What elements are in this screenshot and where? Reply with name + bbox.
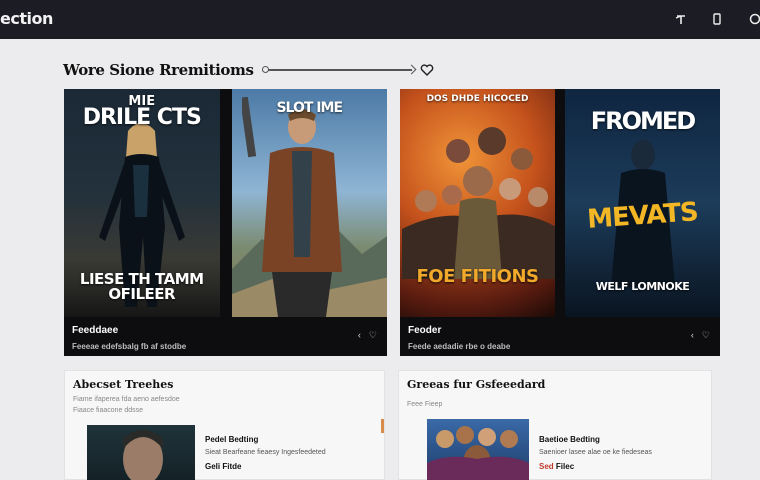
slider-track <box>261 69 412 71</box>
section-title: Wore Sione Rremitioms <box>63 61 254 79</box>
prev-icon[interactable]: ‹ <box>691 330 694 341</box>
card-1-subtitle: Fiame ifaperea fda aeno aefesdoe <box>73 396 180 403</box>
poster-4-title: FROMED <box>590 107 696 135</box>
card-2-cast-art <box>427 426 529 480</box>
card-1-price-value: Fitde <box>222 462 242 471</box>
card-1-portrait <box>123 430 163 480</box>
card-1-thumbnail[interactable] <box>87 425 195 480</box>
slider-knob[interactable] <box>261 66 269 73</box>
poster-4-mid-title: MEVATS <box>586 197 699 235</box>
poster-cast-group <box>402 127 555 279</box>
card-1-subtitle-2: Fiaace fiaacone ddsse <box>73 407 144 414</box>
prev-icon[interactable]: ‹ <box>358 330 361 341</box>
card-2-subtitle: Feee Fieep <box>407 401 443 408</box>
card-2-thumbnail[interactable] <box>427 419 529 480</box>
poster-4[interactable]: FROMED MEVATS WELF LOMNOKE <box>565 89 720 317</box>
featured-2-desc: Feede aedadie rbe o deabe <box>408 342 511 351</box>
poster-1[interactable]: MIE DRILE CTS LIESE TH TAMM OFILEER <box>64 89 220 317</box>
app-brand[interactable]: ection <box>0 9 53 28</box>
card-1-title: Abecset Treehes <box>73 378 174 391</box>
carousel-slider[interactable] <box>261 64 416 75</box>
poster-1-title: DRILE CTS <box>82 105 202 130</box>
card-1-price-prefix: Geli <box>205 462 221 471</box>
section-header: Wore Sione Rremitioms <box>63 61 434 79</box>
poster-3-tagline: FOE FITIONS <box>416 266 539 288</box>
poster-2[interactable]: SLOT IME <box>231 89 387 317</box>
search-icon[interactable] <box>746 12 760 26</box>
featured-pair-1[interactable]: MIE DRILE CTS LIESE TH TAMM OFILEER SLOT… <box>64 89 387 356</box>
favorite-icon[interactable]: ♡ <box>369 330 377 341</box>
card-1-item-price: Geli Fitde <box>205 462 241 471</box>
poster-4-tagline: WELF LOMNOKE <box>595 280 690 294</box>
content-card-1[interactable]: Abecset Treehes Fiame ifaperea fda aeno … <box>64 370 385 480</box>
featured-1-desc: Feeeae edefsbalg fb af stodbe <box>72 342 187 351</box>
poster-2-title: SLOT IME <box>276 100 343 116</box>
heart-icon[interactable] <box>420 63 434 77</box>
featured-1-name: Feeddaee <box>72 325 119 336</box>
poster-3-title: DOS DHDE HICOCED <box>426 94 529 104</box>
card-2-price-prefix: Sed <box>539 462 554 471</box>
slider-end-arrow <box>406 64 416 75</box>
card-1-item-name[interactable]: Pedel Bedting <box>205 435 258 444</box>
content-card-2[interactable]: Greeas fur Gsfeeedard Feee Fieep Baetioe… <box>398 370 712 480</box>
poster-1-tagline: LIESE TH TAMM OFILEER <box>79 269 204 304</box>
featured-pair-2[interactable]: DOS DHDE HICOCED FOE FITIONS FROMED MEVA… <box>400 89 720 356</box>
card-2-item-desc: Saenioer lasee alae oe ke fiedeseas <box>539 449 652 456</box>
card-2-item-price: Sed Filec <box>539 462 574 471</box>
card-1-item-desc: Sieat Bearfeane fieaesy Ingesfeedeted <box>205 449 326 456</box>
pin-icon[interactable] <box>674 12 688 26</box>
favorite-icon[interactable]: ♡ <box>702 330 710 341</box>
card-2-title: Greeas fur Gsfeeedard <box>407 378 546 391</box>
card-2-item-name[interactable]: Baetioe Bedting <box>539 435 600 444</box>
poster-3[interactable]: DOS DHDE HICOCED FOE FITIONS <box>400 89 555 317</box>
card-2-price-value: Filec <box>555 462 575 471</box>
card-1-scrollbar[interactable] <box>381 419 384 433</box>
phone-icon[interactable] <box>710 12 724 26</box>
top-bar: ection <box>0 0 760 39</box>
poster-figure-2 <box>241 97 342 317</box>
featured-2-name: Feoder <box>408 325 442 336</box>
